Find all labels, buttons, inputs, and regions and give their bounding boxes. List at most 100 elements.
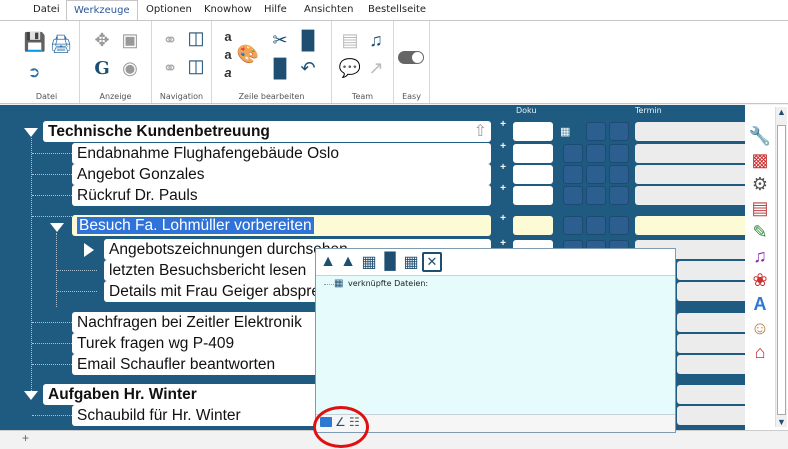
books-icon[interactable]: ▤ xyxy=(749,197,771,219)
termin-cell[interactable] xyxy=(635,186,748,205)
task-row[interactable]: Rückruf Dr. Pauls xyxy=(72,185,491,206)
paste-icon[interactable]: █ xyxy=(268,57,292,79)
exit-icon[interactable]: ➲ xyxy=(22,61,46,83)
link-icon[interactable]: ⚭ xyxy=(158,29,182,51)
task-label: Besuch Fa. Lohmüller vorbereiten xyxy=(77,217,314,234)
flower-icon[interactable]: ❀ xyxy=(749,269,771,291)
print-icon[interactable]: 🖨 xyxy=(49,33,73,55)
doku-cell[interactable] xyxy=(513,144,553,163)
music-icon[interactable]: ♫ xyxy=(749,245,771,267)
termin-cell[interactable] xyxy=(677,261,748,280)
status-square[interactable] xyxy=(586,165,606,184)
move-top-icon[interactable]: ▲ xyxy=(338,252,358,272)
plus-icon[interactable]: + xyxy=(22,431,29,445)
scrollbar[interactable]: ▲ ▼ xyxy=(775,107,787,427)
doku-cell[interactable] xyxy=(513,216,553,235)
termin-cell[interactable] xyxy=(677,334,748,353)
scroll-up-icon[interactable]: ▲ xyxy=(777,107,786,117)
tools-icon[interactable]: 🔧 xyxy=(749,125,771,147)
task-row[interactable]: Angebot Gonzales xyxy=(72,164,491,185)
save-icon[interactable]: 💾 xyxy=(23,31,47,53)
delete-icon[interactable]: ▦ xyxy=(359,252,379,272)
nav-collapse-icon[interactable]: ◫ xyxy=(184,55,208,77)
termin-cell[interactable] xyxy=(635,122,748,141)
group-easy: Easy xyxy=(394,21,430,103)
status-square[interactable] xyxy=(586,122,606,141)
termin-cell[interactable] xyxy=(677,355,748,374)
status-square[interactable] xyxy=(586,216,606,235)
collapse-triangle[interactable] xyxy=(50,223,64,232)
palette-icon[interactable]: 🎨 xyxy=(236,43,260,65)
termin-cell[interactable] xyxy=(677,282,748,301)
edit-icon[interactable]: ✎ xyxy=(749,221,771,243)
status-square[interactable] xyxy=(609,165,629,184)
status-grid-icon[interactable]: ▦ xyxy=(560,125,580,139)
doku-cell[interactable] xyxy=(513,186,553,205)
collapse-triangle[interactable] xyxy=(24,391,38,400)
letter-a-icon[interactable]: A xyxy=(749,293,771,315)
task-row[interactable]: Endabnahme Flughafengebäude Oslo xyxy=(72,143,491,164)
robot-icon[interactable]: ⚙ xyxy=(749,173,771,195)
status-square[interactable] xyxy=(563,144,583,163)
add-button[interactable]: + xyxy=(498,119,508,130)
status-square[interactable] xyxy=(563,165,583,184)
up-arrow-icon[interactable]: ⇧ xyxy=(474,121,487,142)
nav-expand-icon[interactable]: ◫ xyxy=(184,27,208,49)
termin-cell[interactable] xyxy=(635,216,748,235)
termin-cell[interactable] xyxy=(635,165,748,184)
status-square[interactable] xyxy=(609,144,629,163)
copy-icon[interactable]: █ xyxy=(296,29,320,51)
menu-hilfe[interactable]: Hilfe xyxy=(264,4,287,15)
team-icon[interactable]: ♫ xyxy=(364,29,388,51)
copy-icon[interactable]: █ xyxy=(380,252,400,272)
home-icon[interactable]: ⌂ xyxy=(749,341,771,363)
status-square[interactable] xyxy=(609,216,629,235)
menu-bestellseite[interactable]: Bestellseite xyxy=(368,4,426,15)
termin-cell[interactable] xyxy=(677,313,748,332)
status-square[interactable] xyxy=(563,216,583,235)
camera-icon[interactable]: ◉ xyxy=(118,57,142,79)
add-button[interactable]: + xyxy=(498,213,508,224)
task-row-selected[interactable]: Besuch Fa. Lohmüller vorbereiten xyxy=(72,215,491,236)
chat-icon[interactable]: 💬 xyxy=(338,57,362,79)
expand-triangle[interactable] xyxy=(84,243,94,257)
menu-datei[interactable]: Datei xyxy=(33,4,60,15)
undo-icon[interactable]: ↶ xyxy=(296,57,320,79)
doku-cell[interactable] xyxy=(513,122,553,141)
doku-cell[interactable] xyxy=(513,165,553,184)
termin-cell[interactable] xyxy=(677,385,748,404)
collapse-triangle[interactable] xyxy=(24,128,38,137)
status-square[interactable] xyxy=(609,122,629,141)
toggle-icon[interactable] xyxy=(398,51,424,64)
font-icon[interactable]: G xyxy=(90,57,114,79)
status-square[interactable] xyxy=(586,144,606,163)
nav-icon[interactable]: ⚭ xyxy=(158,57,182,79)
menu-werkzeuge[interactable]: Werkzeuge xyxy=(66,0,138,21)
status-square[interactable] xyxy=(586,186,606,205)
share-icon[interactable]: ↗ xyxy=(364,57,388,79)
scroll-thumb[interactable] xyxy=(777,125,786,415)
status-square[interactable] xyxy=(563,186,583,205)
termin-cell[interactable] xyxy=(635,144,748,163)
menu-optionen[interactable]: Optionen xyxy=(146,4,192,15)
view-icon[interactable]: ▣ xyxy=(118,29,142,51)
add-button[interactable]: + xyxy=(498,183,508,194)
person-icon[interactable]: ☺ xyxy=(749,317,771,339)
cut-icon[interactable]: ✂ xyxy=(268,29,292,51)
menu-knowhow[interactable]: Knowhow xyxy=(204,4,252,15)
task-label: Angebotszeichnungen durchsehen xyxy=(109,241,348,258)
move-icon[interactable]: ✥ xyxy=(90,29,114,51)
task-row-group[interactable]: Technische Kundenbetreuung ⇧ xyxy=(43,121,491,142)
scroll-down-icon[interactable]: ▼ xyxy=(777,417,786,427)
add-button[interactable]: + xyxy=(498,141,508,152)
grid-icon[interactable]: ▦ xyxy=(401,252,421,272)
group-label-easy: Easy xyxy=(402,92,421,101)
status-square[interactable] xyxy=(609,186,629,205)
termin-cell[interactable] xyxy=(677,406,748,425)
move-up-icon[interactable]: ▲ xyxy=(318,252,338,272)
transfer-icon[interactable]: ▩ xyxy=(749,149,771,171)
add-button[interactable]: + xyxy=(498,162,508,173)
contacts-icon[interactable]: ▤ xyxy=(338,29,362,51)
menu-ansichten[interactable]: Ansichten xyxy=(304,4,353,15)
close-icon[interactable]: ✕ xyxy=(422,252,442,272)
